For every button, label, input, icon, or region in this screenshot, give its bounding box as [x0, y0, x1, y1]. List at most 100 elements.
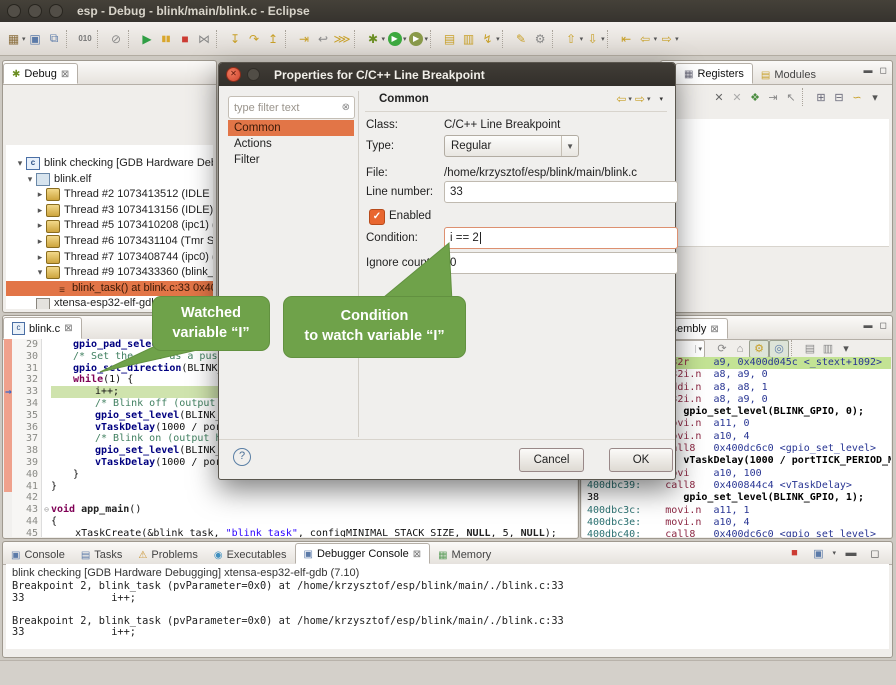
remove-all-icon[interactable]: ✕ — [728, 89, 746, 105]
suspend-icon[interactable]: ▮▮ — [157, 29, 176, 48]
maximize-icon[interactable]: ◻ — [880, 320, 887, 331]
debug-icon[interactable]: ✱ — [364, 29, 383, 48]
debug-tree-row[interactable]: ▾Thread #9 1073433360 (blink_task : Susp… — [6, 265, 213, 281]
resume-icon[interactable]: ▶ — [138, 29, 157, 48]
editor-line[interactable]: 44{ — [4, 516, 577, 528]
link-with-view-icon[interactable]: ∽ — [848, 89, 866, 105]
editor-line[interactable]: 41} — [4, 481, 577, 493]
view-menu-icon[interactable]: ▾ — [866, 89, 884, 105]
show-source-icon[interactable]: ⚙ — [749, 340, 769, 358]
forward-icon[interactable]: ⇨ — [657, 29, 676, 48]
tab-debug[interactable]: ✱ Debug ⊠ — [3, 63, 78, 84]
dialog-nav-common[interactable]: Common — [228, 120, 354, 136]
chevron-down-icon[interactable]: ▾ — [675, 35, 679, 43]
dialog-window-button[interactable] — [247, 68, 260, 81]
tree-expander-icon[interactable]: ▸ — [34, 187, 46, 203]
tab-registers[interactable]: ▦ Registers — [675, 63, 753, 84]
mark-occurrences-icon[interactable]: ✎ — [512, 29, 531, 48]
drop-to-frame-icon[interactable]: ↩ — [314, 29, 333, 48]
open-element-icon[interactable]: ▤ — [440, 29, 459, 48]
open-new-view-icon[interactable]: ▥ — [819, 341, 837, 357]
minimize-icon[interactable]: ▬ — [842, 545, 860, 561]
next-annotation-icon[interactable]: ⇧ — [562, 29, 581, 48]
tab-console[interactable]: ▣Console — [3, 545, 73, 564]
step-into-icon[interactable]: ↧ — [226, 29, 245, 48]
remove-selected-icon[interactable]: ✕ — [710, 89, 728, 105]
dialog-nav-filter[interactable]: Filter — [228, 152, 354, 168]
build-all-icon[interactable]: ⚙ — [531, 29, 550, 48]
registers-table[interactable] — [664, 119, 889, 247]
binary-file-icon[interactable]: 010 — [76, 29, 95, 48]
previous-annotation-icon[interactable]: ⇩ — [583, 29, 602, 48]
line-number-input[interactable]: 33 — [444, 181, 678, 203]
clear-filter-icon[interactable]: ⊗ — [342, 102, 354, 113]
refresh-icon[interactable]: ⟳ — [713, 341, 731, 357]
tab-memory[interactable]: ▦Memory — [430, 545, 499, 564]
dialog-close-button[interactable]: ✕ — [226, 67, 241, 82]
debug-tree-row[interactable]: ▸Thread #3 1073413156 (IDLE) (Suspended) — [6, 203, 213, 219]
close-icon[interactable]: ⊠ — [413, 549, 421, 560]
chevron-down-icon[interactable]: ▾ — [832, 549, 836, 557]
tab-blink-c[interactable]: c blink.c ⊠ — [3, 317, 82, 339]
enabled-checkbox[interactable]: ✓ — [369, 209, 385, 225]
chevron-down-icon[interactable]: ▾ — [695, 345, 704, 353]
minimize-icon[interactable]: ▬ — [864, 320, 873, 331]
window-minimize-button[interactable] — [28, 4, 42, 18]
window-maximize-button[interactable] — [49, 4, 63, 18]
view-menu-icon[interactable]: ▾ — [837, 341, 855, 357]
tree-expander-icon[interactable]: ▾ — [14, 156, 26, 172]
expand-all-icon[interactable]: ⊞ — [812, 89, 830, 105]
back-icon[interactable]: ⇦ — [616, 92, 626, 106]
tree-expander-icon[interactable]: ▸ — [34, 234, 46, 250]
chevron-down-icon[interactable]: ▾ — [496, 35, 500, 43]
editor-line[interactable]: 43⊖void app_main() — [4, 504, 577, 516]
save-all-icon[interactable]: ⧉ — [45, 29, 64, 48]
skip-all-breakpoints-icon[interactable]: ⊘ — [107, 29, 126, 48]
breakpoint-instruction-pointer-icon[interactable]: → — [5, 385, 12, 398]
type-dropdown[interactable]: Regular ▼ — [444, 135, 579, 157]
condition-input[interactable]: i == 2 — [444, 227, 678, 249]
tree-expander-icon[interactable]: ▾ — [24, 172, 36, 188]
tree-expander-icon[interactable]: ▸ — [34, 218, 46, 234]
disconnect-icon[interactable]: ⋈ — [195, 29, 214, 48]
instruction-stepping-icon[interactable]: ⇥ — [295, 29, 314, 48]
back-icon[interactable]: ⇦ — [636, 29, 655, 48]
view-menu-icon[interactable]: ▾ — [659, 95, 663, 103]
debug-tree-row[interactable]: ▸Thread #7 1073408744 (ipc0) (Suspended) — [6, 250, 213, 266]
tab-debugger-console[interactable]: ▣Debugger Console⊠ — [295, 543, 431, 564]
external-tools-icon[interactable]: ▶ — [407, 29, 426, 48]
editor-line[interactable]: 45 xTaskCreate(&blink_task, "blink_task"… — [4, 528, 577, 537]
debug-tree-row[interactable]: ▾blink.elf — [6, 172, 213, 188]
open-resource-icon[interactable]: ▥ — [459, 29, 478, 48]
disassembly-line[interactable]: 400dbc39: call8 0x400844c4 <vTaskDelay> — [582, 480, 891, 492]
step-over-icon[interactable]: ↷ — [245, 29, 264, 48]
debug-tree-row[interactable]: ▾cblink checking [GDB Hardware Debugging… — [6, 156, 213, 172]
chevron-down-icon[interactable]: ▾ — [425, 35, 429, 43]
terminate-icon[interactable]: ■ — [785, 545, 803, 561]
debug-frame-row-selected[interactable]: ≡blink_task() at blink.c:33 0x400dbc29 — [6, 281, 213, 297]
close-icon[interactable]: ⊠ — [61, 69, 69, 80]
minimize-icon[interactable]: ▬ — [864, 65, 873, 76]
display-selected-console-icon[interactable]: ▣ — [809, 545, 827, 561]
tree-expander-icon[interactable]: ▸ — [34, 203, 46, 219]
pin-view-icon[interactable]: ↖ — [782, 89, 800, 105]
save-icon[interactable]: ▣ — [26, 29, 45, 48]
disassembly-line[interactable]: 400dbc40: call8 0x400dc6c0 <gpio_set_lev… — [582, 529, 891, 537]
editor-line[interactable]: 42 — [4, 492, 577, 504]
use-step-filters-icon[interactable]: ⋙ — [333, 29, 352, 48]
tab-modules[interactable]: ▤ Modules — [753, 65, 824, 84]
tree-expander-icon[interactable]: ▾ — [34, 265, 46, 281]
flash-target-icon[interactable]: ↯ — [478, 29, 497, 48]
disassembly-line[interactable]: 400dbc3e: movi.n a10, 4 — [582, 517, 891, 529]
new-wizard-icon[interactable]: ▦ — [4, 29, 23, 48]
maximize-icon[interactable]: ◻ — [880, 65, 887, 76]
help-button[interactable]: ? — [233, 448, 251, 466]
chevron-down-icon[interactable]: ▾ — [601, 35, 605, 43]
close-icon[interactable]: ⊠ — [710, 324, 718, 335]
sync-context-icon[interactable]: ▤ — [801, 341, 819, 357]
terminate-icon[interactable]: ■ — [176, 29, 195, 48]
maximize-icon[interactable]: ◻ — [866, 545, 884, 561]
step-return-icon[interactable]: ↥ — [264, 29, 283, 48]
filter-input[interactable]: type filter text ⊗ — [228, 96, 355, 119]
forward-icon[interactable]: ⇨ — [635, 92, 645, 106]
